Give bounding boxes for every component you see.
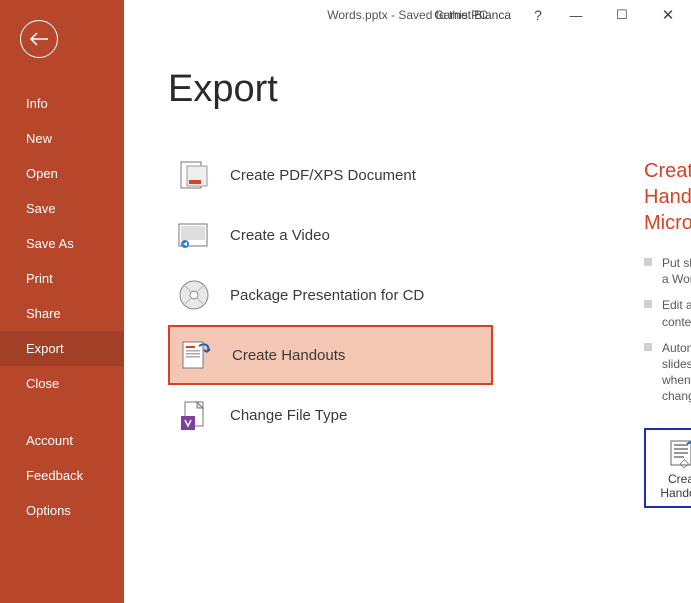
help-button[interactable]: ? — [523, 0, 553, 30]
title-bar: Words.pptx - Saved to this PC Garnet Bia… — [124, 0, 691, 30]
export-option-cd[interactable]: Package Presentation for CD — [168, 265, 493, 325]
create-handouts-label: Create Handouts — [650, 472, 691, 501]
bullet-text: Put slides and notes in a Word document — [662, 255, 691, 287]
export-option-pdf[interactable]: Create PDF/XPS Document — [168, 145, 493, 205]
page-title: Export — [168, 68, 691, 111]
maximize-button[interactable]: ☐ — [599, 0, 645, 30]
export-option-video[interactable]: Create a Video — [168, 205, 493, 265]
sidebar-item-feedback[interactable]: Feedback — [0, 458, 124, 493]
export-page: Export Create PDF/XPS Document Create a V… — [124, 30, 691, 603]
sidebar-item-share[interactable]: Share — [0, 296, 124, 331]
sidebar-item-info[interactable]: Info — [0, 86, 124, 121]
sidebar-item-save-as[interactable]: Save As — [0, 226, 124, 261]
sidebar-item-account[interactable]: Account — [0, 423, 124, 458]
details-bullet: Automatically update slides in the hando… — [644, 335, 691, 410]
export-option-label: Change File Type — [230, 407, 347, 424]
bullet-text: Automatically update slides in the hando… — [662, 340, 691, 405]
video-icon — [176, 217, 212, 253]
sidebar-item-options[interactable]: Options — [0, 493, 124, 528]
bullet-text: Edit and format content in Word — [662, 297, 691, 329]
sidebar-item-save[interactable]: Save — [0, 191, 124, 226]
bullet-marker-icon — [644, 300, 652, 308]
sidebar-item-print[interactable]: Print — [0, 261, 124, 296]
pdf-icon — [176, 157, 212, 193]
user-name[interactable]: Garnet Bianca — [434, 8, 511, 22]
sidebar-item-new[interactable]: New — [0, 121, 124, 156]
bullet-marker-icon — [644, 258, 652, 266]
export-option-filetype[interactable]: Change File Type — [168, 385, 493, 445]
sidebar-item-export[interactable]: Export — [0, 331, 124, 366]
back-button[interactable] — [20, 20, 58, 58]
handout-icon — [178, 337, 214, 373]
backstage-sidebar: InfoNewOpenSaveSave AsPrintShareExportCl… — [0, 0, 124, 603]
minimize-button[interactable]: — — [553, 0, 599, 30]
close-button[interactable]: ✕ — [645, 0, 691, 30]
details-bullet: Put slides and notes in a Word document — [644, 250, 691, 292]
export-option-label: Package Presentation for CD — [230, 287, 424, 304]
export-option-handout[interactable]: Create Handouts — [168, 325, 493, 385]
export-option-label: Create Handouts — [232, 347, 345, 364]
sidebar-item-open[interactable]: Open — [0, 156, 124, 191]
export-option-label: Create a Video — [230, 227, 330, 244]
collapse-handle-icon[interactable]: ◇ — [680, 456, 689, 470]
filetype-icon — [176, 397, 212, 433]
cd-icon — [176, 277, 212, 313]
details-bullet: Edit and format content in Word — [644, 292, 691, 334]
details-title: Create Handouts in Microsoft Word — [644, 158, 691, 236]
export-option-label: Create PDF/XPS Document — [230, 167, 416, 184]
sidebar-item-close[interactable]: Close — [0, 366, 124, 401]
arrow-left-icon — [29, 32, 49, 46]
bullet-marker-icon — [644, 343, 652, 351]
